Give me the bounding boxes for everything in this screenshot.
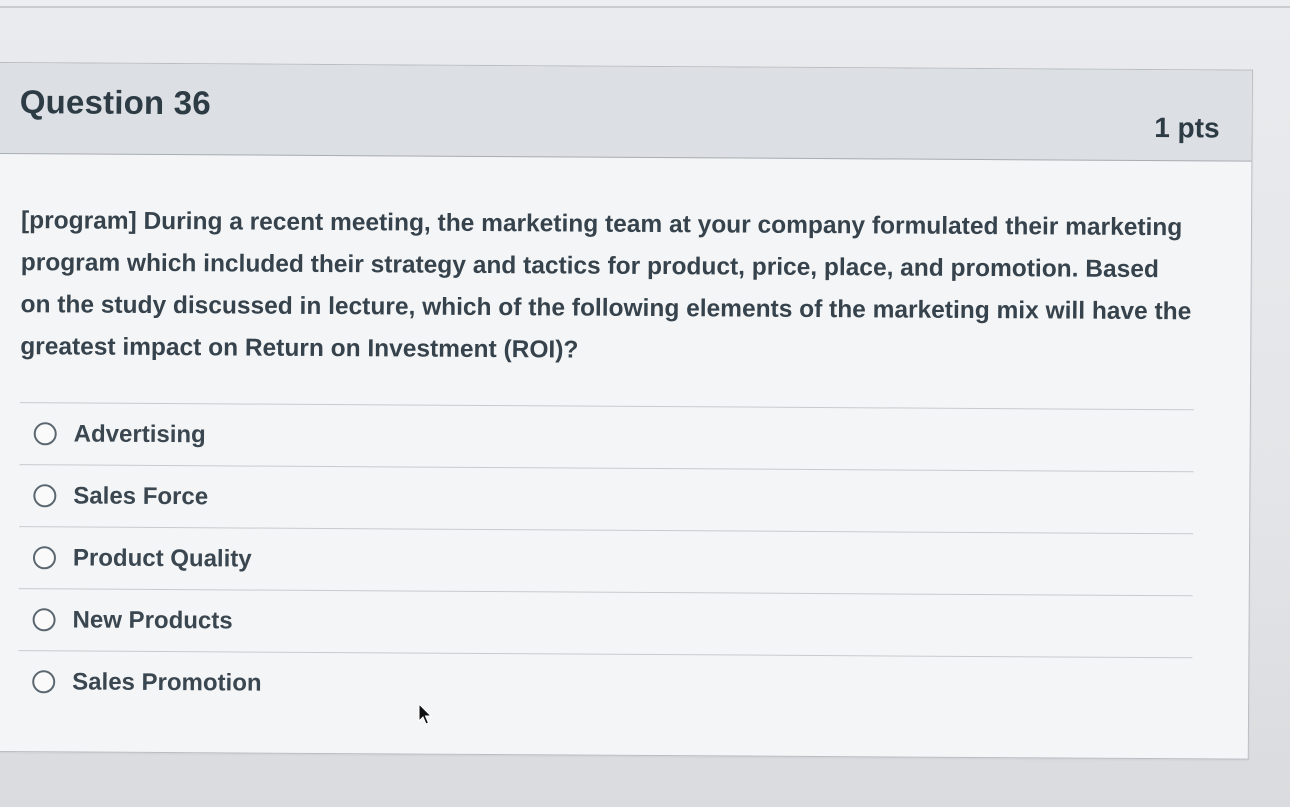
- answer-label[interactable]: Sales Promotion: [72, 668, 262, 697]
- answer-label[interactable]: Sales Force: [73, 482, 208, 511]
- radio-button-icon[interactable]: [32, 546, 57, 570]
- answer-label[interactable]: Advertising: [74, 420, 206, 449]
- question-body: [program] During a recent meeting, the m…: [0, 154, 1251, 720]
- previous-question-edge: [0, 0, 1290, 8]
- answer-label[interactable]: New Products: [73, 606, 233, 635]
- answer-option[interactable]: New Products: [18, 588, 1193, 658]
- answer-option[interactable]: Sales Force: [19, 464, 1194, 534]
- radio-button-icon[interactable]: [32, 670, 56, 694]
- question-header: Question 36 1 pts: [0, 62, 1252, 162]
- answer-option[interactable]: Sales Promotion: [18, 650, 1193, 720]
- mouse-pointer-icon: [418, 703, 433, 725]
- radio-button-icon[interactable]: [33, 484, 57, 508]
- answer-option[interactable]: Advertising: [19, 402, 1194, 472]
- radio-button-icon[interactable]: [33, 422, 57, 446]
- question-text: [program] During a recent meeting, the m…: [20, 207, 1192, 364]
- radio-button-icon[interactable]: [32, 608, 56, 632]
- question-card: Question 36 1 pts [program] During a rec…: [0, 62, 1253, 760]
- answer-list: Advertising Sales Force Product Quality …: [18, 402, 1194, 720]
- answer-label[interactable]: Product Quality: [73, 544, 252, 573]
- question-title: Question 36: [19, 83, 211, 122]
- question-points: 1 pts: [1154, 112, 1220, 144]
- answer-option[interactable]: Product Quality: [18, 526, 1194, 596]
